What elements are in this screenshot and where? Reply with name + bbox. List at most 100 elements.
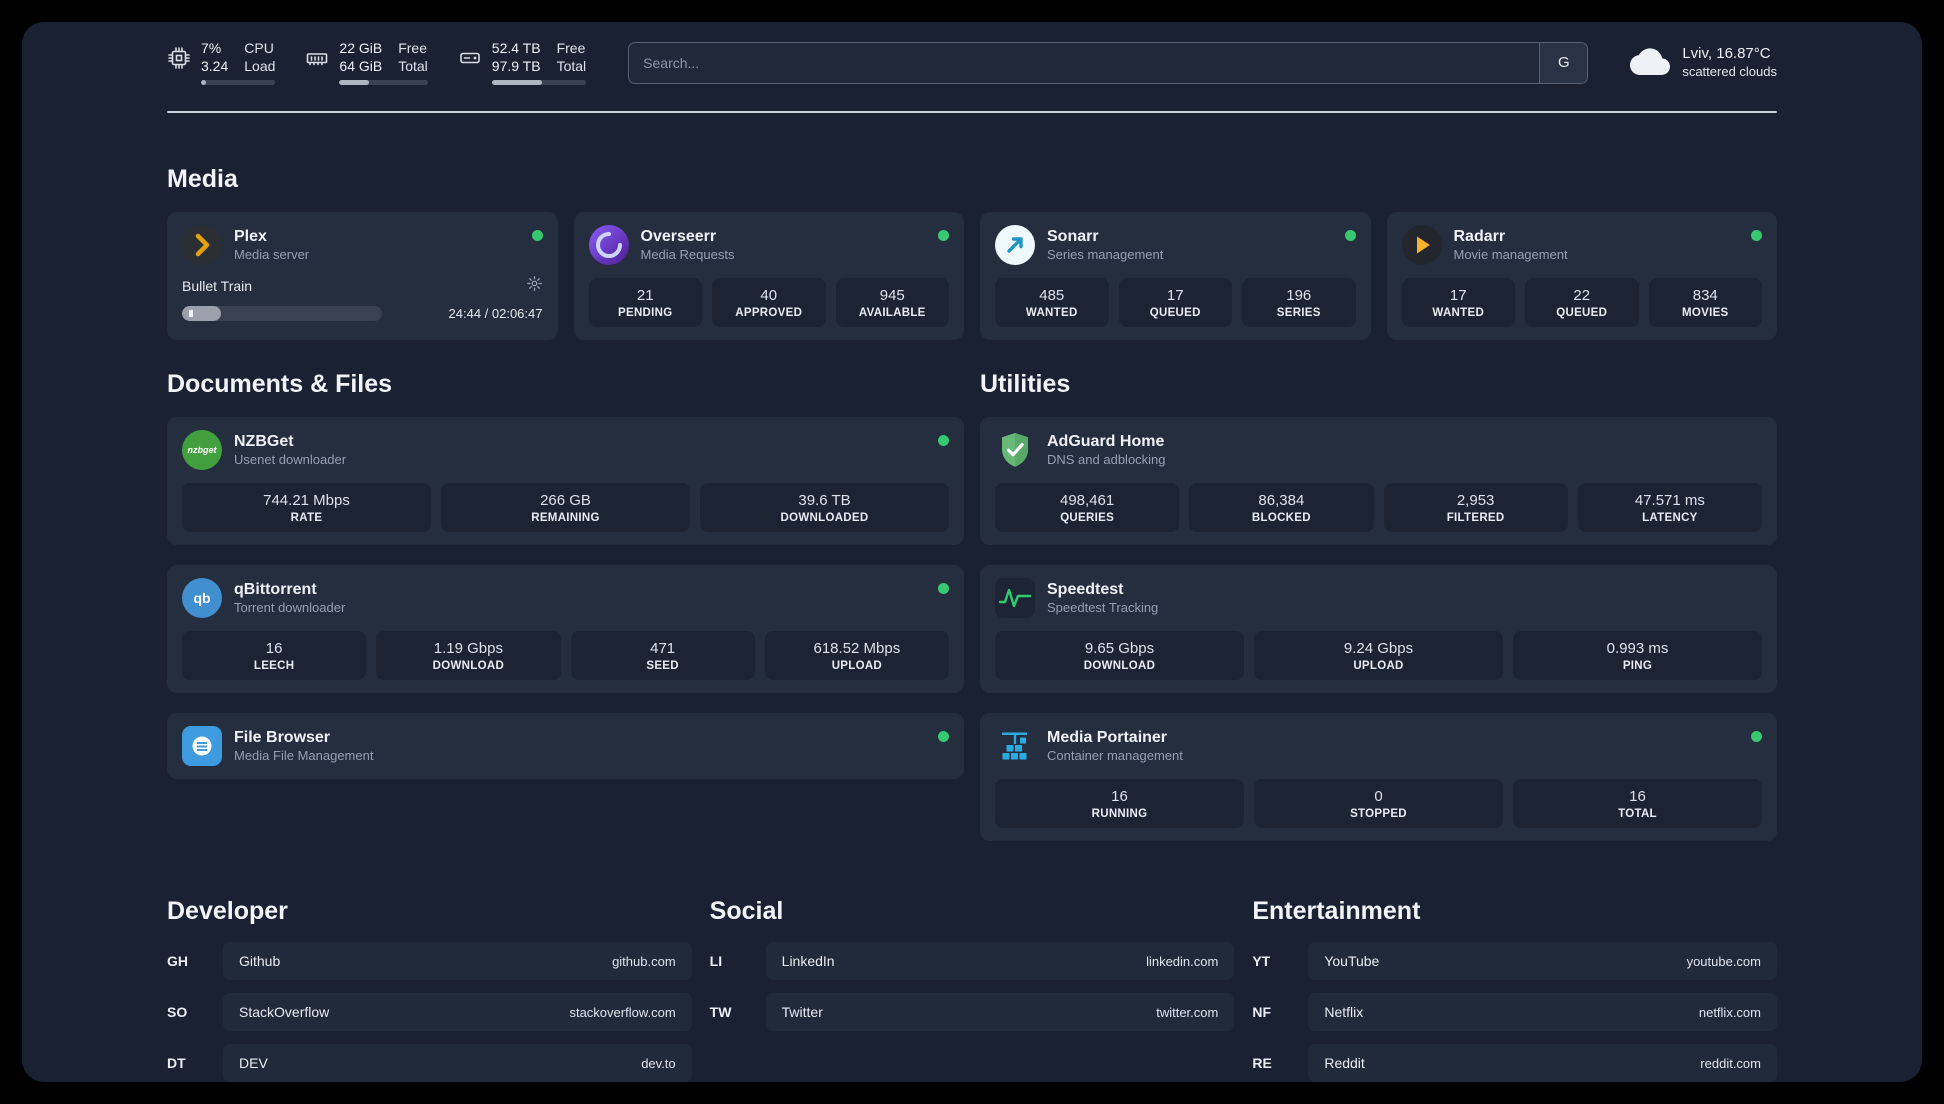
playback-progressbar[interactable] bbox=[182, 306, 382, 321]
svg-text:qb: qb bbox=[193, 590, 210, 606]
sonarr-icon bbox=[995, 225, 1035, 265]
app-name: Radarr bbox=[1453, 227, 1506, 245]
stat-label: STOPPED bbox=[1350, 808, 1407, 820]
stat-value: 17 bbox=[1166, 287, 1184, 304]
plex-icon bbox=[182, 225, 222, 265]
search-engine-button[interactable]: G bbox=[1539, 42, 1588, 83]
bookmark-abbr: TW bbox=[709, 1004, 732, 1020]
section-developer: Developer GH Github github.com SO StackO… bbox=[167, 897, 692, 1082]
app-card-adguard[interactable]: AdGuard Home DNS and adblocking 498,461 … bbox=[980, 417, 1777, 545]
stat-tile: 21 PENDING bbox=[588, 278, 702, 327]
bookmark-name: StackOverflow bbox=[239, 1004, 330, 1020]
developer-section-title: Developer bbox=[167, 897, 288, 925]
gear-icon[interactable] bbox=[526, 275, 543, 297]
disk-free-label: Free bbox=[556, 40, 586, 56]
ram-icon bbox=[305, 40, 329, 70]
stat-value: 945 bbox=[879, 287, 905, 304]
entertainment-section-title: Entertainment bbox=[1252, 897, 1421, 925]
app-subtitle: Media File Management bbox=[234, 747, 374, 763]
cloud-icon bbox=[1630, 45, 1671, 80]
stat-value: 2,953 bbox=[1456, 492, 1495, 509]
app-card-plex[interactable]: Plex Media server Bullet Train 24:44 / 0… bbox=[167, 212, 558, 340]
app-card-speedtest[interactable]: Speedtest Speedtest Tracking 9.65 Gbps D… bbox=[980, 565, 1777, 693]
stat-value: 498,461 bbox=[1060, 492, 1115, 509]
bookmark-netflix[interactable]: NF Netflix netflix.com bbox=[1252, 993, 1777, 1031]
disk-total-value: 97.9 TB bbox=[491, 57, 541, 74]
ram-total-label: Total bbox=[398, 57, 428, 74]
stat-label: TOTAL bbox=[1618, 808, 1657, 820]
status-dot bbox=[938, 583, 949, 594]
app-card-overseerr[interactable]: Overseerr Media Requests 21 PENDING 40 A… bbox=[573, 212, 964, 340]
disk-stat: 52.4 TB 97.9 TB Free Total bbox=[458, 40, 587, 85]
stat-value: 47.571 ms bbox=[1634, 492, 1705, 509]
weather-condition: scattered clouds bbox=[1682, 63, 1777, 79]
search-bar[interactable]: G bbox=[628, 41, 1589, 84]
now-playing-title: Bullet Train bbox=[182, 278, 253, 294]
stat-label: UPLOAD bbox=[831, 660, 883, 672]
bookmark-reddit[interactable]: RE Reddit reddit.com bbox=[1252, 1044, 1777, 1082]
stat-tile: 471 SEED bbox=[570, 631, 755, 680]
cpu-icon bbox=[167, 40, 191, 70]
app-card-portainer[interactable]: Media Portainer Container management 16 … bbox=[980, 713, 1777, 841]
stat-tile: 40 APPROVED bbox=[712, 278, 826, 327]
stat-tile: 22 QUEUED bbox=[1525, 278, 1639, 327]
stat-label: UPLOAD bbox=[1353, 660, 1404, 672]
stat-label: SEED bbox=[646, 660, 679, 672]
stat-tile: 16 TOTAL bbox=[1513, 779, 1762, 828]
qbittorrent-icon: qb bbox=[182, 578, 222, 618]
stat-value: 9.65 Gbps bbox=[1084, 640, 1155, 657]
stat-value: 485 bbox=[1039, 287, 1065, 304]
svg-text:nzbget: nzbget bbox=[188, 445, 218, 455]
ram-free-label: Free bbox=[398, 40, 428, 56]
bookmark-stackoverflow[interactable]: SO StackOverflow stackoverflow.com bbox=[167, 993, 692, 1031]
cpu-stat: 7% 3.24 CPU Load bbox=[167, 40, 276, 85]
portainer-icon bbox=[995, 726, 1035, 766]
app-card-nzbget[interactable]: nzbget NZBGet Usenet downloader 744.21 M… bbox=[167, 417, 964, 545]
app-card-radarr[interactable]: Radarr Movie management 17 WANTED 22 QUE… bbox=[1386, 212, 1777, 340]
app-subtitle: Speedtest Tracking bbox=[1047, 599, 1159, 615]
bookmark-url: github.com bbox=[612, 953, 676, 969]
ram-total-value: 64 GiB bbox=[339, 57, 383, 74]
app-card-qbittorrent[interactable]: qb qBittorrent Torrent downloader 16 LEE… bbox=[167, 565, 964, 693]
bookmark-github[interactable]: GH Github github.com bbox=[167, 942, 692, 980]
stat-value: 16 bbox=[1629, 788, 1646, 805]
stat-label: REMAINING bbox=[531, 512, 600, 524]
stat-tile: 945 AVAILABLE bbox=[835, 278, 949, 327]
social-section-title: Social bbox=[709, 897, 784, 925]
bookmark-youtube[interactable]: YT YouTube youtube.com bbox=[1252, 942, 1777, 980]
cpu-progressbar bbox=[201, 80, 276, 85]
stat-tile: 1.19 Gbps DOWNLOAD bbox=[376, 631, 561, 680]
adguard-icon bbox=[995, 430, 1035, 470]
app-card-sonarr[interactable]: Sonarr Series management 485 WANTED 17 Q… bbox=[980, 212, 1371, 340]
stat-value: 40 bbox=[760, 287, 778, 304]
stat-label: RATE bbox=[290, 512, 323, 524]
bookmark-url: dev.to bbox=[641, 1055, 676, 1071]
section-utilities: Utilities AdGuard Home DNS and adblockin… bbox=[980, 370, 1777, 841]
bookmark-dev[interactable]: DT DEV dev.to bbox=[167, 1044, 692, 1082]
app-subtitle: Torrent downloader bbox=[234, 599, 346, 615]
bookmark-linkedin[interactable]: LI LinkedIn linkedin.com bbox=[710, 942, 1235, 980]
stat-tile: 196 SERIES bbox=[1242, 278, 1356, 327]
app-name: Plex bbox=[234, 227, 267, 245]
search-input[interactable] bbox=[629, 42, 1540, 83]
bookmark-abbr: LI bbox=[709, 953, 723, 969]
stat-value: 22 bbox=[1573, 287, 1591, 304]
filebrowser-icon bbox=[182, 726, 222, 766]
bookmark-name: Netflix bbox=[1324, 1004, 1364, 1020]
disk-total-label: Total bbox=[556, 57, 587, 74]
stat-tile: 834 MOVIES bbox=[1648, 278, 1762, 327]
app-name: NZBGet bbox=[234, 432, 294, 450]
bookmark-twitter[interactable]: TW Twitter twitter.com bbox=[710, 993, 1235, 1031]
stat-label: RUNNING bbox=[1091, 808, 1148, 820]
app-card-filebrowser[interactable]: File Browser Media File Management bbox=[167, 713, 964, 779]
stat-label: DOWNLOAD bbox=[432, 660, 505, 672]
bookmark-name: Github bbox=[239, 953, 281, 969]
overseerr-icon bbox=[588, 225, 629, 265]
stat-tile: 17 QUEUED bbox=[1118, 278, 1232, 327]
status-dot bbox=[938, 435, 949, 446]
cpu-load-value: 3.24 bbox=[201, 57, 229, 74]
stat-tile: 16 RUNNING bbox=[995, 779, 1244, 828]
status-dot bbox=[531, 230, 543, 241]
stat-tile: 9.24 Gbps UPLOAD bbox=[1254, 631, 1503, 680]
bookmark-name: Twitter bbox=[781, 1004, 823, 1020]
